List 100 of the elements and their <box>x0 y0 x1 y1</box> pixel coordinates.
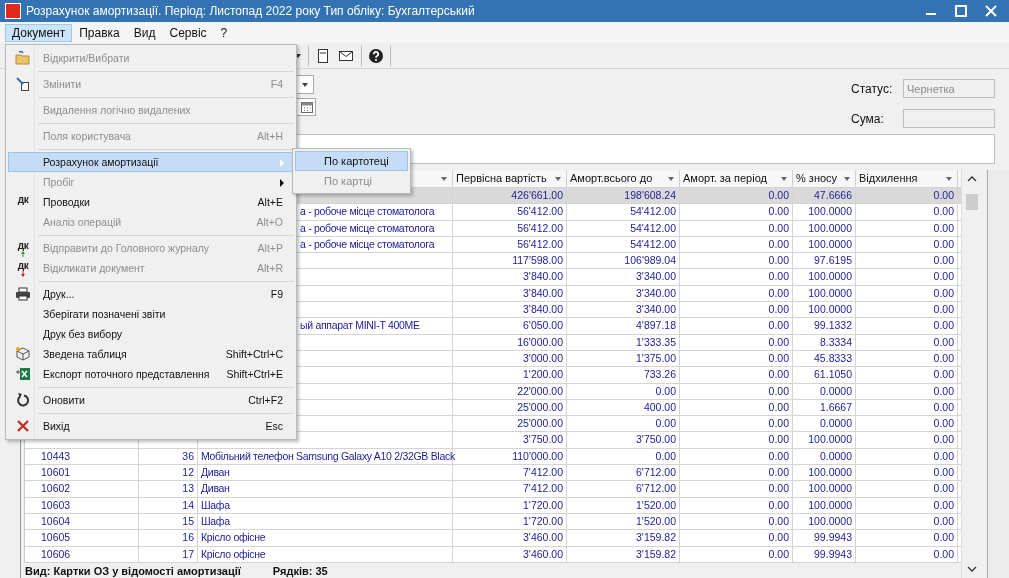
table-cell: 100.0000 <box>793 285 856 302</box>
close-icon <box>15 418 31 434</box>
table-cell: 0.00 <box>856 302 958 318</box>
sum-field[interactable] <box>903 109 995 128</box>
menu-bar-item[interactable]: Вид <box>126 23 163 42</box>
table-cell: 117'598.00 <box>453 253 567 269</box>
sort-arrow-icon[interactable] <box>843 175 851 183</box>
table-cell: 100.0000 <box>793 236 856 253</box>
table-cell: 198'608.24 <box>567 188 680 204</box>
table-cell: 8.3334 <box>793 334 856 350</box>
document-icon[interactable] <box>315 47 331 64</box>
sort-arrow-icon[interactable] <box>780 175 788 183</box>
table-cell: 10602 <box>25 481 139 497</box>
menu-item[interactable]: По картотеці <box>295 151 408 171</box>
table-cell: 4'897.18 <box>567 318 680 334</box>
folder-icon <box>15 50 31 66</box>
table-cell: 0.00 <box>680 513 793 530</box>
table-cell: 0.00 <box>680 416 793 432</box>
menu-bar-item[interactable]: Сервіс <box>162 23 214 42</box>
table-cell: 0.0000 <box>793 448 856 465</box>
table-cell: 1'200.00 <box>453 367 567 383</box>
table-cell: 0.00 <box>856 269 958 285</box>
table-cell: 0.00 <box>680 236 793 253</box>
maximize-icon[interactable] <box>953 3 969 19</box>
scroll-up-icon[interactable] <box>966 174 977 184</box>
table-cell: 45.8333 <box>793 350 856 367</box>
table-cell: 10606 <box>25 546 139 562</box>
table-cell: Шафа <box>198 513 453 530</box>
column-header[interactable]: Відхилення <box>856 170 958 187</box>
column-header[interactable]: Аморт.всього до <box>567 170 680 187</box>
close-icon[interactable] <box>983 3 999 19</box>
refresh-icon <box>15 392 31 408</box>
table-cell: 3'840.00 <box>453 285 567 302</box>
column-header[interactable]: Первісна вартість <box>453 170 567 187</box>
table-cell: 100.0000 <box>793 204 856 220</box>
table-cell: 0.00 <box>680 220 793 236</box>
table-cell: 3'340.00 <box>567 269 680 285</box>
menu-item[interactable]: Зведена таблиця Shift+Ctrl+C <box>8 344 294 364</box>
scroll-thumb[interactable] <box>965 194 978 210</box>
table-cell: 54'412.00 <box>567 220 680 236</box>
table-cell: 0.00 <box>680 318 793 334</box>
scroll-down-icon[interactable] <box>966 564 977 574</box>
column-header[interactable]: % зносу <box>793 170 856 187</box>
table-cell: 1'333.35 <box>567 334 680 350</box>
table-cell: 0.00 <box>680 350 793 367</box>
table-cell: 0.00 <box>856 383 958 399</box>
sort-arrow-icon[interactable] <box>945 175 953 183</box>
table-cell: 3'750.00 <box>567 432 680 448</box>
table-cell: 3'340.00 <box>567 302 680 318</box>
menu-bar-item[interactable]: ? <box>213 23 235 42</box>
table-cell: 0.00 <box>856 204 958 220</box>
menu-bar-item[interactable]: Документ <box>5 23 73 42</box>
table-cell: 0.00 <box>856 432 958 448</box>
sort-arrow-icon[interactable] <box>667 175 675 183</box>
table-cell: 25'000.00 <box>453 416 567 432</box>
table-cell: 3'159.82 <box>567 530 680 546</box>
submenu-arrow-icon <box>279 179 285 187</box>
table-cell: 0.00 <box>680 465 793 481</box>
table-cell: Шафа <box>198 497 453 513</box>
table-cell: 3'750.00 <box>453 432 567 448</box>
table-cell: 61.1050 <box>793 367 856 383</box>
table-cell: 6'050.00 <box>453 318 567 334</box>
table-cell: 99.1332 <box>793 318 856 334</box>
table-cell: 100.0000 <box>793 497 856 513</box>
menu-item[interactable]: Оновити Ctrl+F2 <box>8 390 294 410</box>
table-cell: 0.00 <box>856 334 958 350</box>
sort-arrow-icon[interactable] <box>554 175 562 183</box>
table-cell: 0.00 <box>680 269 793 285</box>
menu-item[interactable]: Розрахунок амортизації <box>8 152 294 172</box>
table-cell: 17 <box>139 546 198 562</box>
menu-item[interactable]: Друк... F9 <box>8 284 294 304</box>
table-cell: 0.00 <box>567 383 680 399</box>
table-cell: 22'000.00 <box>453 383 567 399</box>
table-cell: 3'460.00 <box>453 530 567 546</box>
table-cell: 3'840.00 <box>453 269 567 285</box>
table-cell: 56'412.00 <box>453 204 567 220</box>
table-cell: 0.00 <box>856 530 958 546</box>
table-cell: 6'712.00 <box>567 465 680 481</box>
table-cell: 0.00 <box>680 285 793 302</box>
column-header[interactable]: Аморт. за період <box>680 170 793 187</box>
table-cell: 54'412.00 <box>567 204 680 220</box>
table-cell: 0.0000 <box>793 383 856 399</box>
table-cell: 0.00 <box>680 302 793 318</box>
calendar-icon[interactable] <box>300 100 314 114</box>
table-cell: 3'340.00 <box>567 285 680 302</box>
menu-bar-item[interactable]: Правка <box>72 23 127 42</box>
table-cell: Диван <box>198 465 453 481</box>
menu-item[interactable]: Вихід Esc <box>8 416 294 436</box>
menu-item[interactable]: Експорт поточного представлення Shift+Ctrl+E <box>8 364 294 384</box>
help-icon[interactable] <box>368 47 384 64</box>
sort-arrow-icon[interactable] <box>440 175 448 183</box>
table-cell: 0.00 <box>680 383 793 399</box>
table-cell: 3'000.00 <box>453 350 567 367</box>
table-cell: 733.26 <box>567 367 680 383</box>
table-cell: 100.0000 <box>793 302 856 318</box>
table-cell: 1'720.00 <box>453 497 567 513</box>
table-cell: 0.00 <box>856 285 958 302</box>
table-cell: 100.0000 <box>793 432 856 448</box>
table-cell: 0.0000 <box>793 416 856 432</box>
spreadsheet-icon <box>15 366 31 382</box>
